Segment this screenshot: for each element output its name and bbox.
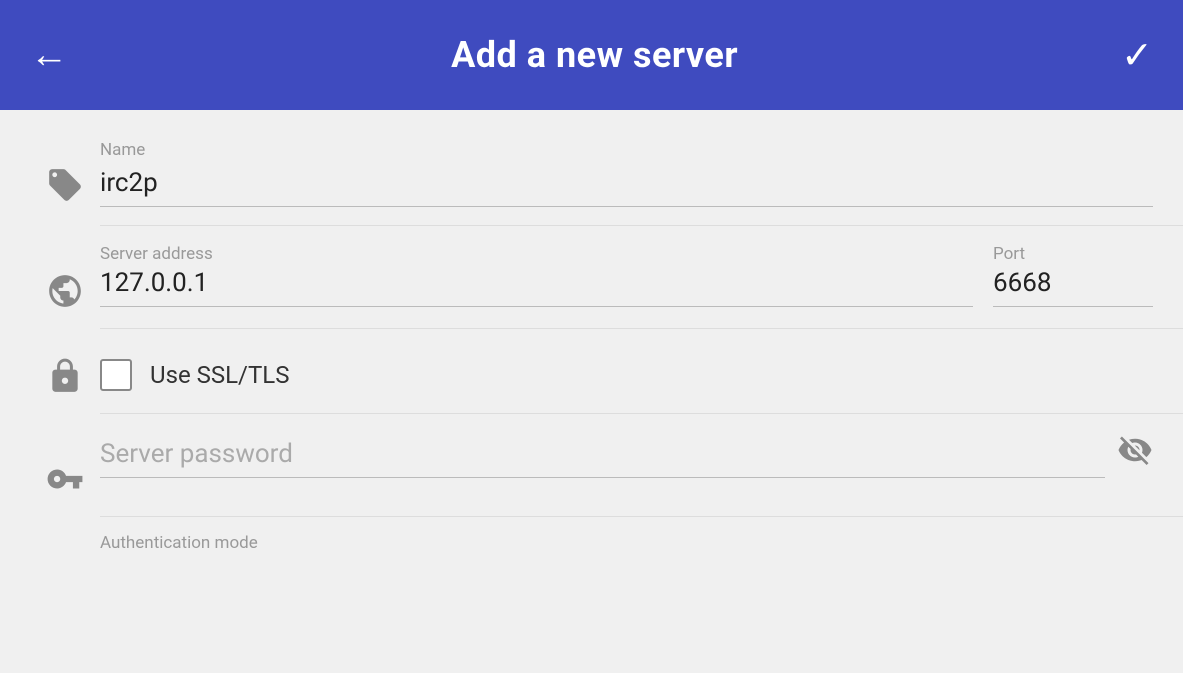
lock-icon xyxy=(46,357,84,395)
name-icon xyxy=(30,138,100,204)
confirm-button[interactable]: ✓ xyxy=(1121,33,1153,78)
page-title: Add a new server xyxy=(451,34,738,76)
password-icon xyxy=(30,432,100,498)
ssl-checkbox-row: Use SSL/TLS xyxy=(100,347,1153,391)
port-label: Port xyxy=(993,244,1025,264)
key-icon xyxy=(46,460,84,498)
name-fields: Name xyxy=(100,138,1153,207)
form-content: Name Server address Port xyxy=(0,110,1183,563)
password-input-row xyxy=(100,432,1153,480)
ssl-icon xyxy=(30,347,100,395)
server-address-port-row: Server address Port xyxy=(100,244,1153,307)
name-row: Name xyxy=(0,120,1183,225)
server-address-row: Server address Port xyxy=(0,226,1183,328)
name-label: Name xyxy=(100,140,1153,160)
app-header: ← Add a new server ✓ xyxy=(0,0,1183,110)
auth-mode-section: Authentication mode xyxy=(0,517,1183,553)
auth-mode-label: Authentication mode xyxy=(100,533,258,553)
server-icon xyxy=(30,244,100,310)
password-input[interactable] xyxy=(100,435,1105,478)
server-address-input[interactable] xyxy=(100,264,973,307)
ssl-label[interactable]: Use SSL/TLS xyxy=(150,361,289,389)
visibility-off-icon xyxy=(1117,432,1153,468)
server-address-label: Server address xyxy=(100,244,213,264)
server-address-fields: Server address Port xyxy=(100,244,1153,307)
server-address-field: Server address xyxy=(100,244,973,307)
tag-icon xyxy=(46,166,84,204)
ssl-field: Use SSL/TLS xyxy=(100,347,1153,391)
toggle-visibility-button[interactable] xyxy=(1105,432,1153,480)
ssl-checkbox[interactable] xyxy=(100,359,132,391)
password-fields xyxy=(100,432,1153,480)
password-input-wrap xyxy=(100,435,1105,478)
back-button[interactable]: ← xyxy=(30,33,68,77)
port-field: Port xyxy=(993,244,1153,307)
globe-icon xyxy=(46,272,84,310)
port-input[interactable] xyxy=(993,264,1153,307)
name-input[interactable] xyxy=(100,164,1153,207)
ssl-row: Use SSL/TLS xyxy=(0,329,1183,413)
password-row xyxy=(0,414,1183,516)
